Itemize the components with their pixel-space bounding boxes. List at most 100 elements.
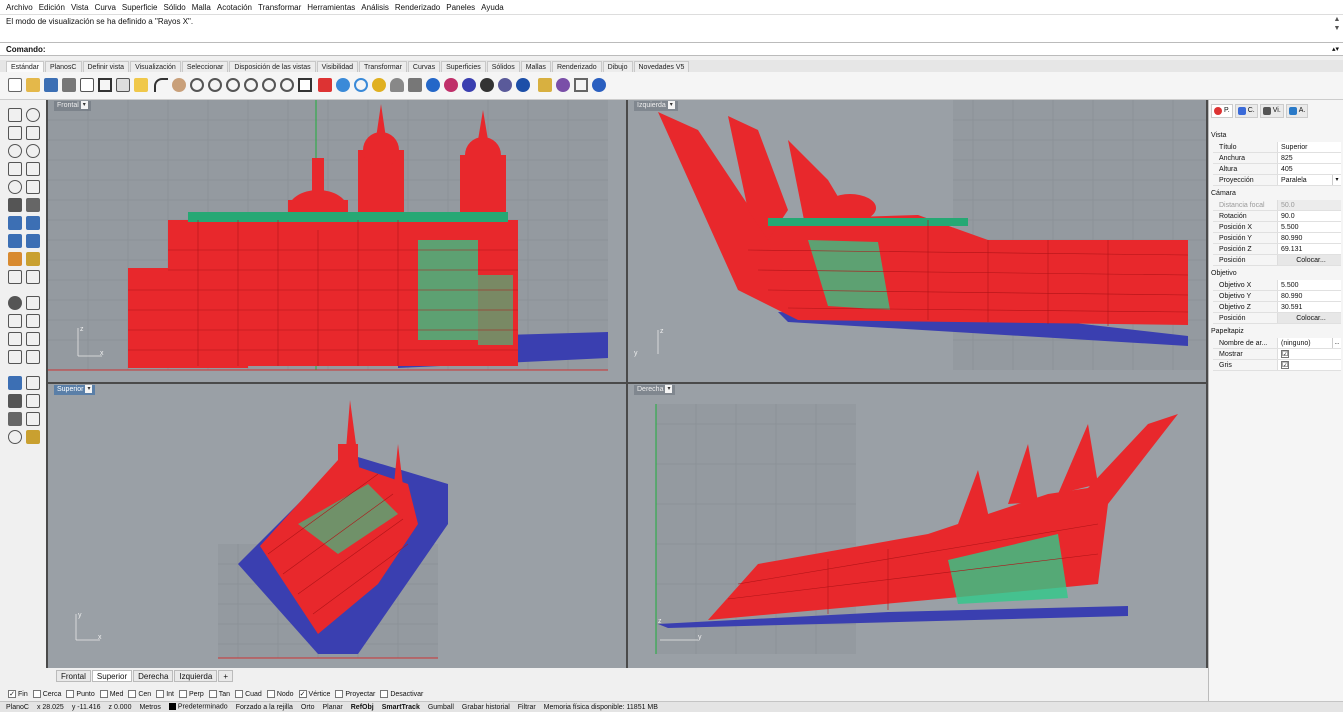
browse-button[interactable]: ... bbox=[1332, 338, 1341, 348]
four-viewports-icon[interactable] bbox=[298, 78, 312, 92]
osnap-desactivar[interactable]: Desactivar bbox=[380, 690, 423, 698]
history-scrollbar[interactable]: ▲ ▼ bbox=[1333, 15, 1341, 43]
status-planar[interactable]: Planar bbox=[323, 704, 343, 711]
transform-icon[interactable] bbox=[26, 270, 40, 284]
chevron-down-icon[interactable]: ▾ bbox=[80, 101, 88, 110]
menu-curva[interactable]: Curva bbox=[95, 3, 116, 12]
tab-planosc[interactable]: PlanosC bbox=[45, 61, 82, 72]
check-icon[interactable] bbox=[26, 412, 40, 426]
box-icon[interactable] bbox=[8, 216, 22, 230]
osnap-checkbox[interactable] bbox=[380, 690, 389, 698]
status-cplane[interactable]: PlanoC bbox=[6, 704, 29, 711]
viewport-superior[interactable]: Superior ▾ y x bbox=[48, 384, 626, 668]
extend-icon[interactable] bbox=[26, 314, 40, 328]
zoom-selected-icon[interactable] bbox=[262, 78, 276, 92]
rendered-icon[interactable] bbox=[480, 78, 494, 92]
osnap-tan[interactable]: Tan bbox=[208, 690, 230, 698]
lock-icon[interactable] bbox=[408, 78, 422, 92]
mostrar-checkbox[interactable]: ☑ bbox=[1281, 350, 1289, 358]
select-icon[interactable] bbox=[390, 78, 404, 92]
boolean-icon[interactable] bbox=[8, 296, 22, 310]
command-dropdown-icon[interactable]: ▴▾ bbox=[1332, 45, 1339, 53]
tab-estandar[interactable]: Estándar bbox=[6, 61, 45, 72]
target-x-field[interactable]: 5.500 bbox=[1277, 280, 1341, 290]
status-gumball[interactable]: Gumball bbox=[428, 704, 454, 711]
layer-icon[interactable] bbox=[426, 78, 440, 92]
viewport-superior-title[interactable]: Superior ▾ bbox=[54, 385, 96, 395]
anchura-field[interactable]: 825 bbox=[1277, 153, 1341, 163]
polyline-icon[interactable] bbox=[8, 126, 22, 140]
viewport-frontal-title[interactable]: Frontal ▾ bbox=[54, 101, 91, 111]
group-icon[interactable] bbox=[26, 332, 40, 346]
history-icon[interactable] bbox=[8, 412, 22, 426]
zoom-extents-icon[interactable] bbox=[244, 78, 258, 92]
chevron-down-icon[interactable]: ▾ bbox=[85, 385, 93, 394]
viewport-izquierda[interactable]: Izquierda ▾ z y bbox=[628, 100, 1206, 382]
osnap-checkbox[interactable] bbox=[235, 690, 244, 698]
viewport-izquierda-title[interactable]: Izquierda ▾ bbox=[634, 101, 678, 111]
osnap-fin[interactable]: ✓ Fin bbox=[8, 690, 28, 698]
offset-icon[interactable] bbox=[8, 314, 22, 328]
vp-tab-izquierda[interactable]: Izquierda bbox=[174, 670, 218, 682]
menu-renderizado[interactable]: Renderizado bbox=[395, 3, 440, 12]
menu-malla[interactable]: Malla bbox=[192, 3, 211, 12]
solid-edit-icon[interactable] bbox=[26, 216, 40, 230]
osnap-int[interactable]: Int bbox=[156, 690, 174, 698]
status-record-history[interactable]: Grabar historial bbox=[462, 704, 510, 711]
shaded-icon[interactable] bbox=[462, 78, 476, 92]
chevron-down-icon[interactable]: ▾ bbox=[667, 101, 675, 110]
tab-curvas[interactable]: Curvas bbox=[407, 61, 441, 72]
menu-transformar[interactable]: Transformar bbox=[258, 3, 301, 12]
panel-tab-help[interactable]: A. bbox=[1285, 104, 1309, 118]
osnap-checkbox[interactable]: ✓ bbox=[8, 690, 16, 698]
osnap-checkbox[interactable] bbox=[178, 690, 187, 698]
cam-x-field[interactable]: 5.500 bbox=[1277, 222, 1341, 232]
menu-analisis[interactable]: Análisis bbox=[361, 3, 389, 12]
chevron-down-icon[interactable]: ▾ bbox=[1332, 175, 1341, 185]
mesh-edit-icon[interactable] bbox=[26, 234, 40, 248]
help-icon[interactable] bbox=[592, 78, 606, 92]
mass-icon[interactable] bbox=[8, 430, 22, 444]
osnap-checkbox[interactable] bbox=[32, 690, 41, 698]
chevron-down-icon[interactable]: ▾ bbox=[665, 385, 673, 394]
tab-seleccionar[interactable]: Seleccionar bbox=[181, 61, 229, 72]
rotacion-field[interactable]: 90.0 bbox=[1277, 211, 1341, 221]
copy-icon[interactable] bbox=[116, 78, 130, 92]
pan-hand-icon[interactable] bbox=[172, 78, 186, 92]
status-layer[interactable]: Predeterminado bbox=[168, 703, 228, 711]
menu-acotacion[interactable]: Acotación bbox=[217, 3, 252, 12]
tab-transformar[interactable]: Transformar bbox=[359, 61, 407, 72]
osnap-checkbox[interactable] bbox=[208, 690, 217, 698]
viewport-derecha-title[interactable]: Derecha ▾ bbox=[634, 385, 676, 395]
menu-herramientas[interactable]: Herramientas bbox=[307, 3, 355, 12]
osnap-perp[interactable]: Perp bbox=[178, 690, 204, 698]
menu-vista[interactable]: Vista bbox=[71, 3, 89, 12]
dimension-icon[interactable] bbox=[574, 78, 588, 92]
tab-novedades[interactable]: Novedades V5 bbox=[633, 61, 690, 72]
wallpaper-name-field[interactable]: (ninguno)... bbox=[1277, 338, 1341, 348]
material-icon[interactable] bbox=[444, 78, 458, 92]
osnap-proyectar[interactable]: Proyectar bbox=[335, 690, 375, 698]
environment-icon[interactable] bbox=[516, 78, 530, 92]
render-tool-icon[interactable] bbox=[8, 376, 22, 390]
vp-tab-superior[interactable]: Superior bbox=[91, 670, 133, 682]
mesh-icon[interactable] bbox=[8, 234, 22, 248]
osnap-vertice[interactable]: ✓ Vértice bbox=[298, 690, 330, 698]
cplane-icon[interactable] bbox=[318, 78, 332, 92]
osnap-icon[interactable] bbox=[354, 78, 368, 92]
vp-tab-frontal[interactable]: Frontal bbox=[56, 670, 91, 682]
rotate-view-icon[interactable] bbox=[190, 78, 204, 92]
zoom-icon[interactable] bbox=[208, 78, 222, 92]
osnap-checkbox[interactable] bbox=[99, 690, 108, 698]
paste-icon[interactable] bbox=[134, 78, 148, 92]
gris-checkbox[interactable]: ☑ bbox=[1281, 361, 1289, 369]
arc-icon[interactable] bbox=[8, 180, 22, 194]
surface-icon[interactable] bbox=[8, 198, 22, 212]
text-icon[interactable] bbox=[8, 332, 22, 346]
zoom-window-icon[interactable] bbox=[226, 78, 240, 92]
rectangle-icon[interactable] bbox=[26, 162, 40, 176]
tab-renderizado[interactable]: Renderizado bbox=[551, 61, 602, 72]
tab-superficies[interactable]: Superficies bbox=[441, 61, 486, 72]
tab-dibujo[interactable]: Dibujo bbox=[602, 61, 633, 72]
analyze-icon[interactable] bbox=[26, 350, 40, 364]
